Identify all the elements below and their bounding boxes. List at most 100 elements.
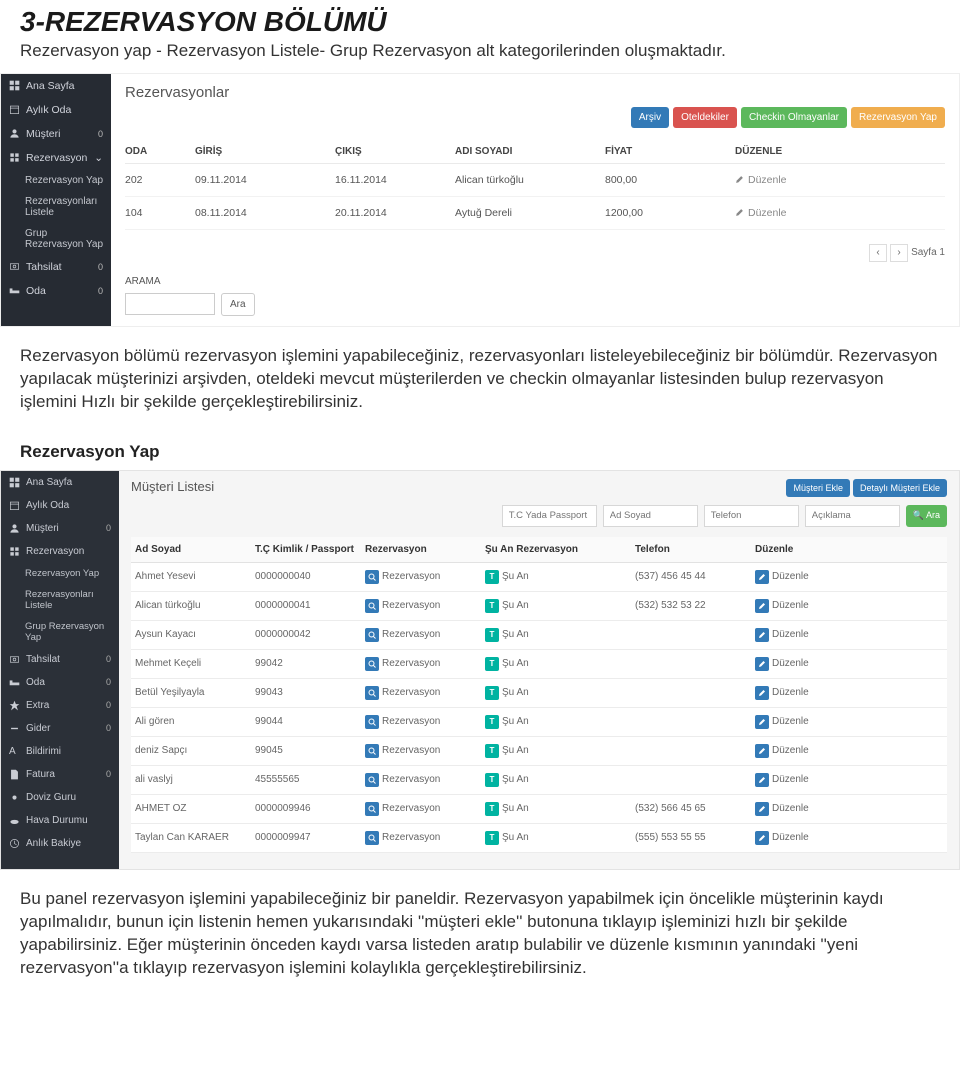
cell-rez-button[interactable]: Rezervasyon — [365, 686, 485, 700]
cell-rez-button[interactable]: Rezervasyon — [365, 715, 485, 729]
filter-tel[interactable] — [704, 505, 799, 527]
guests-button[interactable]: Oteldekiler — [673, 107, 737, 128]
filter-row: 🔍 Ara — [131, 505, 947, 527]
sidebar-item-home[interactable]: Ana Sayfa — [1, 74, 111, 98]
sidebar-item-gider[interactable]: Gider 0 — [1, 717, 119, 740]
sidebar-label: Anlık Bakiye — [26, 838, 81, 849]
cell-edit-button[interactable]: Düzenle — [755, 802, 855, 816]
sidebar-item-monthly[interactable]: Aylık Oda — [1, 98, 111, 122]
cell-rez-button[interactable]: Rezervasyon — [365, 744, 485, 758]
sidebar-item-bildirim[interactable]: A Bildirimi — [1, 740, 119, 763]
cell-ad: AHMET OZ — [135, 803, 255, 814]
sidebar-item-monthly[interactable]: Aylık Oda — [1, 494, 119, 517]
archive-button[interactable]: Arşiv — [631, 107, 669, 128]
sidebar-item-oda[interactable]: Oda 0 — [1, 279, 111, 303]
cell-rez-button[interactable]: Rezervasyon — [365, 599, 485, 613]
table-header: ODA GİRİŞ ÇIKIŞ ADI SOYADI FİYAT DÜZENLE — [125, 140, 945, 164]
sidebar-item-reservation[interactable]: Rezervasyon — [1, 540, 119, 563]
cell-tel: (532) 566 45 65 — [635, 803, 755, 814]
filter-ad[interactable] — [603, 505, 698, 527]
sidebar-sub-rez-yap[interactable]: Rezervasyon Yap — [1, 563, 119, 584]
cell-edit-button[interactable]: Düzenle — [755, 628, 855, 642]
sidebar-item-reservation[interactable]: Rezervasyon ⌄ — [1, 146, 111, 170]
rez-label: Rezervasyon — [382, 716, 440, 727]
cell-rez-button[interactable]: Rezervasyon — [365, 570, 485, 584]
cell-rez-button[interactable]: Rezervasyon — [365, 657, 485, 671]
search-button[interactable]: Ara — [221, 293, 255, 316]
pencil-icon — [735, 208, 744, 217]
cell-suan-button[interactable]: TŞu An — [485, 628, 635, 642]
cell-ad: Ali gören — [135, 716, 255, 727]
sidebar-sub-grup-rez[interactable]: Grup Rezervasyon Yap — [1, 616, 119, 648]
sidebar-item-bakiye[interactable]: Anlık Bakiye — [1, 832, 119, 855]
cell-tc: 99044 — [255, 716, 365, 727]
search-input[interactable] — [125, 293, 215, 315]
cell-edit-button[interactable]: Düzenle — [755, 773, 855, 787]
sidebar-item-extra[interactable]: Extra 0 — [1, 694, 119, 717]
sidebar-item-tahsilat[interactable]: Tahsilat 0 — [1, 255, 111, 279]
cell-rez-button[interactable]: Rezervasyon — [365, 802, 485, 816]
sidebar-sub-rez-listele[interactable]: Rezervasyonları Listele — [1, 191, 111, 223]
sidebar-item-hava[interactable]: Hava Durumu — [1, 809, 119, 832]
cell-edit-button[interactable]: Düzenle — [755, 657, 855, 671]
cell-edit-button[interactable]: Düzenle — [755, 599, 855, 613]
add-reservation-button[interactable]: Rezervasyon Yap — [851, 107, 945, 128]
add-customer-button[interactable]: Müşteri Ekle — [786, 479, 850, 497]
sidebar-item-home[interactable]: Ana Sayfa — [1, 471, 119, 494]
cell-tc: 45555565 — [255, 774, 365, 785]
sidebar-label: Extra — [26, 700, 49, 711]
cell-ad: Betül Yeşilyayla — [135, 687, 255, 698]
cell-suan-button[interactable]: TŞu An — [485, 744, 635, 758]
cell-suan-button[interactable]: TŞu An — [485, 657, 635, 671]
sidebar-item-customer[interactable]: Müşteri 0 — [1, 122, 111, 146]
badge: 0 — [98, 286, 103, 296]
pagination: ‹ › Sayfa 1 — [125, 244, 945, 262]
add-customer-detail-button[interactable]: Detaylı Müşteri Ekle — [853, 479, 947, 497]
cell-edit-button[interactable]: Düzenle — [755, 570, 855, 584]
suan-label: Şu An — [502, 629, 529, 640]
table-row: Betül Yeşilyayla99043RezervasyonTŞu AnDü… — [131, 679, 947, 708]
bed-icon — [9, 285, 20, 296]
cell-suan-button[interactable]: TŞu An — [485, 599, 635, 613]
cell-suan-button[interactable]: TŞu An — [485, 773, 635, 787]
filter-tc[interactable] — [502, 505, 597, 527]
cell-suan-button[interactable]: TŞu An — [485, 715, 635, 729]
cell-tc: 0000009946 — [255, 803, 365, 814]
cell-suan-button[interactable]: TŞu An — [485, 831, 635, 845]
sidebar-item-tahsilat[interactable]: Tahsilat 0 — [1, 648, 119, 671]
cloud-icon — [9, 815, 20, 826]
caret-icon: ⌄ — [94, 152, 103, 164]
edit-label: Düzenle — [772, 658, 809, 669]
sidebar-item-doviz[interactable]: Doviz Guru — [1, 786, 119, 809]
edit-button[interactable]: Düzenle — [735, 174, 845, 186]
sun-icon — [9, 792, 20, 803]
prev-page-button[interactable]: ‹ — [869, 244, 887, 262]
suan-label: Şu An — [502, 571, 529, 582]
cell-rez-button[interactable]: Rezervasyon — [365, 831, 485, 845]
cell-edit-button[interactable]: Düzenle — [755, 744, 855, 758]
cell-suan-button[interactable]: TŞu An — [485, 686, 635, 700]
cell-fiyat: 1200,00 — [605, 207, 735, 219]
cell-suan-button[interactable]: TŞu An — [485, 802, 635, 816]
noncheckin-button[interactable]: Checkin Olmayanlar — [741, 107, 847, 128]
cell-edit-button[interactable]: Düzenle — [755, 715, 855, 729]
sidebar-item-fatura[interactable]: Fatura 0 — [1, 763, 119, 786]
sidebar-sub-rez-yap[interactable]: Rezervasyon Yap — [1, 170, 111, 191]
cell-edit-button[interactable]: Düzenle — [755, 831, 855, 845]
cell-rez-button[interactable]: Rezervasyon — [365, 628, 485, 642]
search-icon — [365, 628, 379, 642]
sidebar-item-customer[interactable]: Müşteri 0 — [1, 517, 119, 540]
cell-tc: 0000000042 — [255, 629, 365, 640]
cell-edit-button[interactable]: Düzenle — [755, 686, 855, 700]
filter-search-button[interactable]: 🔍 Ara — [906, 505, 947, 527]
col-fiyat: FİYAT — [605, 146, 735, 157]
sidebar-sub-rez-listele[interactable]: Rezervasyonları Listele — [1, 584, 119, 616]
sidebar-item-oda[interactable]: Oda 0 — [1, 671, 119, 694]
edit-label: Düzenle — [772, 745, 809, 756]
sidebar-sub-grup-rez[interactable]: Grup Rezervasyon Yap — [1, 223, 111, 255]
filter-ack[interactable] — [805, 505, 900, 527]
cell-rez-button[interactable]: Rezervasyon — [365, 773, 485, 787]
edit-button[interactable]: Düzenle — [735, 207, 845, 219]
next-page-button[interactable]: › — [890, 244, 908, 262]
cell-suan-button[interactable]: TŞu An — [485, 570, 635, 584]
